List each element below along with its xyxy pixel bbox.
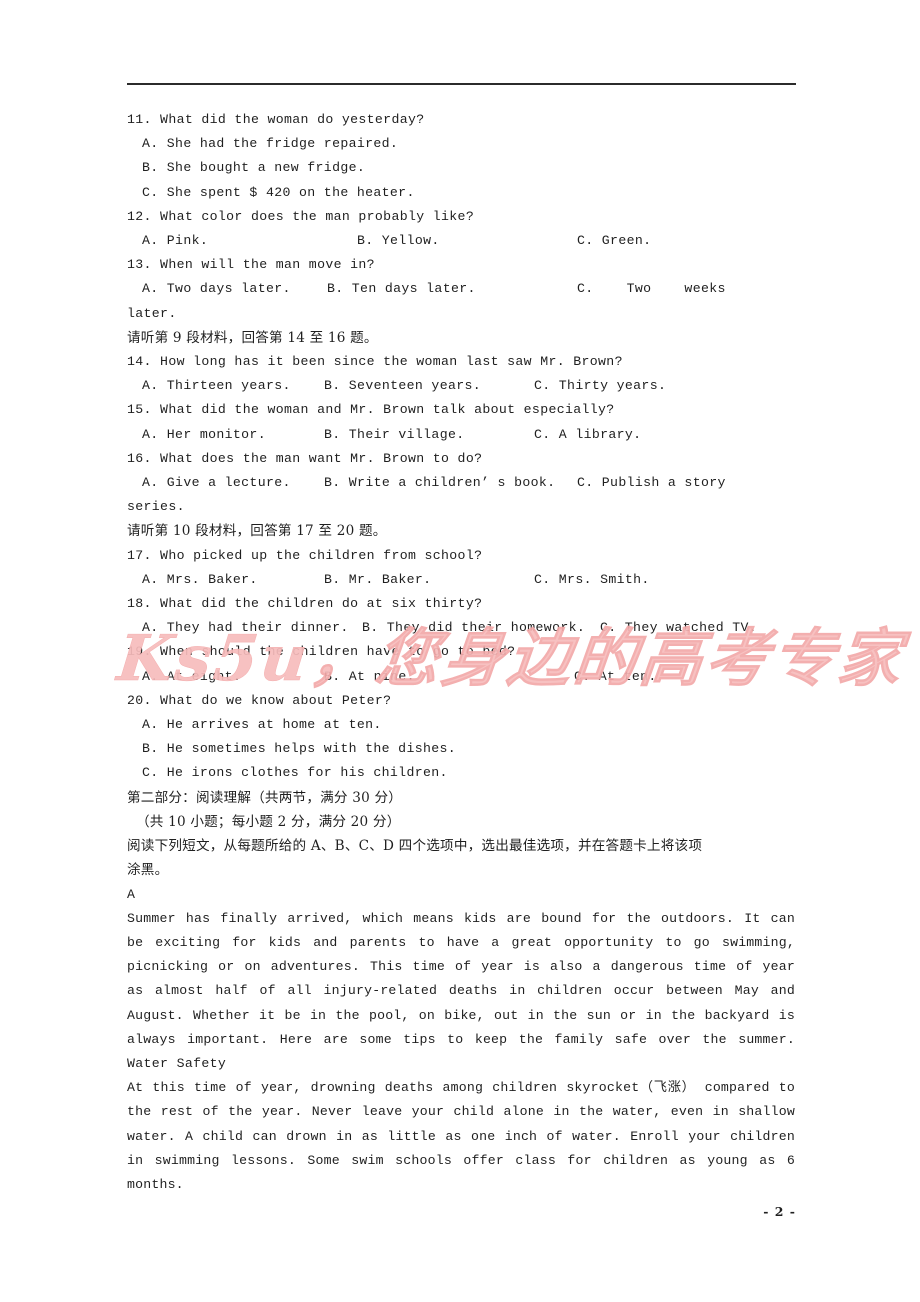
option-b: B. They did their homework. [362,620,586,636]
option-c: C. At ten. [574,668,657,684]
part-two-instruction-line2: 涂黑。 [127,862,169,879]
question-stem: 12. What color does the man probably lik… [127,208,475,224]
question-stem: 17. Who picked up the children from scho… [127,547,483,563]
option-wrap-tail: series. [127,499,185,515]
question-stem: 20. What do we know about Peter? [127,692,392,708]
option-c: C. Thirty years. [534,378,667,394]
option-wrap-tail: later. [127,305,177,321]
question-stem: 18. What did the children do at six thir… [127,596,483,612]
option-c: C. A library. [534,426,642,442]
question-stem: 13. When will the man move in? [127,257,375,273]
option-a: A. Her monitor. [142,426,266,442]
header-rule [127,83,796,85]
option-a: A. Mrs. Baker. [142,571,258,587]
option-line: C. He irons clothes for his children. [142,765,448,781]
passage-paragraph-1: Summer has finally arrived, which means … [127,910,795,1047]
option-c: C. Green. [577,233,652,249]
option-row: A. Thirteen years. B. Seventeen years. C. … [127,374,797,398]
listening-direction-9: 请听第 9 段材料，回答第 14 至 16 题。 [127,329,378,346]
part-two-subheading: （共 10 小题；每小题 2 分，满分 20 分） [136,813,401,830]
question-stem: 11. What did the woman do yesterday? [127,112,425,127]
option-row: A. They had their dinner. B. They did the… [127,616,797,640]
option-a: A. They had their dinner. [142,620,349,636]
option-b: B. Ten days later. [327,281,476,297]
option-c: C. Two weeks [577,281,726,297]
option-line: A. She had the fridge repaired. [142,136,399,152]
option-line: A. He arrives at home at ten. [142,717,382,733]
option-line: C. She spent $ 420 on the heater. [142,184,415,200]
option-c: C. Publish a story [577,475,726,491]
option-row: A. Her monitor. B. Their village. C. A lib… [127,423,797,447]
listening-direction-10: 请听第 10 段材料，回答第 17 至 20 题。 [127,523,387,540]
option-a: A. Pink. [142,233,209,249]
option-b: B. Mr. Baker. [324,571,432,587]
option-b: B. At nine. [324,668,415,684]
passage-subtitle: Water Safety [127,1055,227,1071]
option-b: B. Write a children’ s book. [324,475,556,491]
question-stem: 19. When should the children have to go … [127,644,516,660]
document-content: 11. What did the woman do yesterday? A. … [127,108,797,1197]
question-stem: 14. How long has it been since the woman… [127,354,623,370]
option-row: A. At eight. B. At nine. C. At ten. [127,665,797,689]
option-b: B. Their village. [324,426,465,442]
option-line: B. She bought a new fridge. [142,160,366,176]
section-label-a: A [127,886,136,902]
part-two-heading: 第二部分：阅读理解（共两节，满分 30 分） [127,789,403,806]
option-b: B. Yellow. [357,233,440,249]
passage-paragraph-2: At this time of year, drowning deaths am… [127,1080,795,1192]
option-row: A. Two days later. B. Ten days later. C. T… [127,277,797,301]
option-row: A. Mrs. Baker. B. Mr. Baker. C. Mrs. Smith… [127,568,797,592]
option-c: C. Mrs. Smith. [534,571,650,587]
exam-page: 11. What did the woman do yesterday? A. … [0,0,920,1302]
option-a: A. Give a lecture. [142,475,291,491]
option-a: A. Thirteen years. [142,378,291,394]
option-a: A. At eight. [142,668,242,684]
option-b: B. Seventeen years. [324,378,482,394]
page-number: - 2 - [763,1204,796,1219]
option-row: A. Give a lecture. B. Write a children’ s… [127,471,797,495]
option-line: B. He sometimes helps with the dishes. [142,741,457,757]
question-stem: 16. What does the man want Mr. Brown to … [127,450,483,466]
option-row: A. Pink. B. Yellow. C. Green. [127,229,797,253]
question-stem: 15. What did the woman and Mr. Brown tal… [127,402,615,418]
option-a: A. Two days later. [142,281,291,297]
option-c: C. They watched TV. [600,620,758,636]
part-two-instruction-line1: 阅读下列短文，从每题所给的 A、B、C、D 四个选项中，选出最佳选项，并在答题卡… [127,838,703,855]
